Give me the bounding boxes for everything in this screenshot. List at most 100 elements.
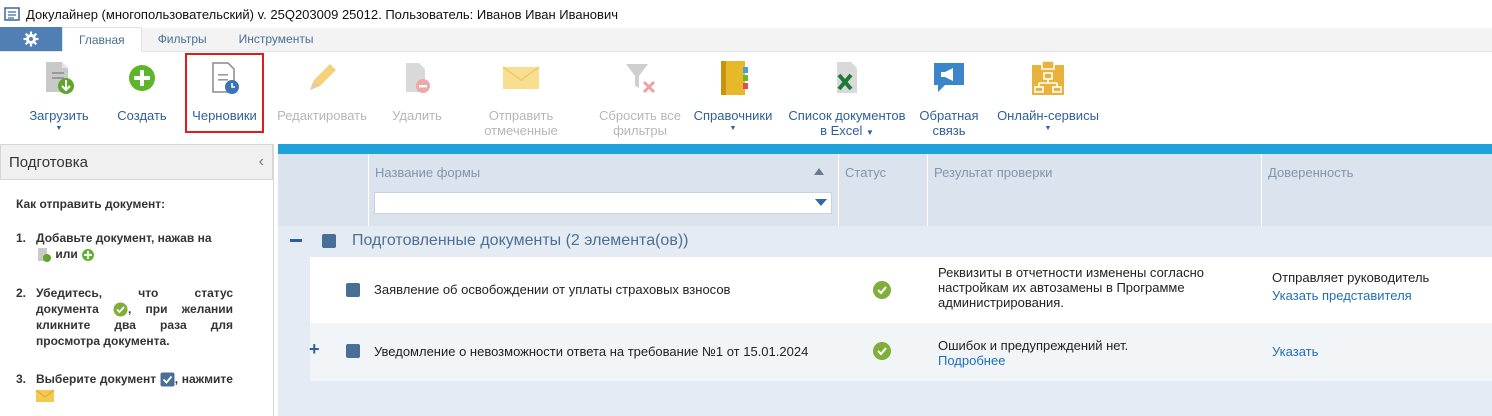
grid-header: Название формы Статус Результат проверки… bbox=[278, 154, 1492, 226]
chevron-down-icon: ▼ bbox=[866, 128, 874, 137]
specify-link[interactable]: Указать bbox=[1272, 343, 1318, 361]
panel-intro: Как отправить документ: bbox=[16, 197, 166, 211]
column-status[interactable]: Статус bbox=[838, 154, 928, 226]
row-check-result: Реквизиты в отчетности изменены согласно… bbox=[938, 265, 1238, 310]
collapse-group-icon[interactable] bbox=[290, 239, 302, 242]
ribbon-toolbar: Загрузить ▼ Создать Черновики Редактиров… bbox=[0, 52, 1492, 144]
feedback-label-line2: связь bbox=[932, 123, 966, 138]
drafts-label: Черновики bbox=[192, 108, 257, 123]
book-icon bbox=[721, 61, 748, 95]
row-check-result-text: Ошибок и предупреждений нет. bbox=[938, 338, 1129, 353]
step-1-or: или bbox=[55, 247, 78, 261]
column-check-result-label: Результат проверки bbox=[934, 165, 1053, 180]
column-trust-label: Доверенность bbox=[1268, 165, 1354, 180]
row-checkbox[interactable] bbox=[346, 283, 360, 297]
row-form-name: Уведомление о невозможности ответа на тр… bbox=[374, 344, 809, 359]
plus-circle-icon bbox=[129, 65, 155, 91]
create-label: Создать bbox=[117, 108, 167, 123]
sort-ascending-icon[interactable] bbox=[814, 168, 824, 175]
group-row[interactable]: Подготовленные документы (2 элемента(ов)… bbox=[278, 226, 1492, 256]
app-icon bbox=[4, 7, 20, 21]
row-check-result-text: Реквизиты в отчетности изменены согласно… bbox=[938, 265, 1204, 310]
group-label: Подготовленные документы (2 элемента(ов)… bbox=[352, 232, 689, 249]
chevron-down-icon: ▼ bbox=[1044, 125, 1052, 132]
load-document-icon bbox=[46, 62, 74, 94]
chevron-down-icon[interactable] bbox=[815, 199, 827, 206]
step-1-text: Добавьте документ, нажав на bbox=[36, 231, 212, 245]
online-services-button[interactable]: Онлайн-сервисы ▼ bbox=[990, 58, 1106, 144]
drafts-button[interactable]: Черновики bbox=[185, 53, 264, 133]
column-status-label: Статус bbox=[845, 165, 887, 180]
excel-icon bbox=[837, 62, 857, 93]
title-bar: Докулайнер (многопользовательский) v. 25… bbox=[0, 0, 1492, 28]
delete-label: Удалить bbox=[392, 108, 442, 123]
row-trust: Указать bbox=[1272, 343, 1318, 361]
excel-label-line2: в Excel bbox=[820, 123, 863, 138]
column-form-name-label: Название формы bbox=[375, 165, 481, 180]
plus-circle-icon bbox=[82, 248, 95, 261]
documents-grid: Название формы Статус Результат проверки… bbox=[278, 154, 1492, 416]
load-label: Загрузить bbox=[29, 108, 89, 123]
directories-button[interactable]: Справочники ▼ bbox=[690, 58, 776, 144]
tab-main[interactable]: Главная bbox=[62, 27, 142, 52]
preparation-panel: Подготовка ‹ Как отправить документ: 1. … bbox=[0, 144, 274, 416]
step-number: 2. bbox=[16, 285, 27, 300]
form-name-filter-input[interactable] bbox=[374, 192, 832, 214]
panel-header: Подготовка ‹ bbox=[0, 144, 273, 180]
table-row[interactable]: Заявление об освобождении от уплаты стра… bbox=[310, 257, 1492, 323]
delete-document-icon bbox=[406, 63, 430, 93]
directories-label: Справочники bbox=[693, 108, 773, 123]
app-menu-button[interactable] bbox=[0, 27, 62, 51]
create-button[interactable]: Создать bbox=[108, 58, 176, 144]
collapse-chevron-icon[interactable]: ‹ bbox=[259, 153, 264, 171]
load-button[interactable]: Загрузить ▼ bbox=[24, 58, 94, 144]
load-document-icon bbox=[38, 247, 51, 262]
edit-button[interactable]: Редактировать bbox=[274, 58, 370, 144]
column-check-result[interactable]: Результат проверки bbox=[927, 154, 1261, 226]
send-label-line1: Отправить bbox=[488, 108, 554, 123]
envelope-icon bbox=[36, 390, 54, 403]
details-link[interactable]: Подробнее bbox=[938, 353, 1238, 368]
table-row[interactable]: + Уведомление о невозможности ответа на … bbox=[309, 323, 1492, 381]
status-ok-icon bbox=[873, 281, 891, 299]
envelope-icon bbox=[502, 66, 540, 89]
excel-label-line1: Список документов bbox=[788, 108, 906, 123]
window-title: Докулайнер (многопользовательский) v. 25… bbox=[26, 6, 618, 22]
group-checkbox[interactable] bbox=[322, 234, 336, 248]
reset-filters-button[interactable]: Сбросить все фильтры bbox=[592, 58, 688, 144]
filter-clear-icon bbox=[626, 64, 656, 94]
step-2: 2. Убедитесь, что статус документа , при… bbox=[16, 285, 259, 349]
chevron-down-icon: ▼ bbox=[729, 125, 737, 132]
tab-tools[interactable]: Инструменты bbox=[223, 27, 330, 51]
check-circle-icon bbox=[113, 302, 128, 317]
reset-label-line2: фильтры bbox=[613, 123, 667, 138]
step-3-text-a: Выберите документ bbox=[36, 372, 157, 387]
send-marked-button[interactable]: Отправить отмеченные bbox=[476, 58, 566, 144]
expand-row-icon[interactable]: + bbox=[309, 339, 320, 360]
step-3: 3. Выберите документ , нажмите bbox=[16, 371, 259, 403]
chevron-down-icon: ▼ bbox=[55, 125, 63, 132]
row-trust-text: Отправляет руководитель bbox=[1272, 270, 1430, 285]
column-trust[interactable]: Доверенность bbox=[1261, 154, 1492, 226]
column-form-name[interactable]: Название формы bbox=[368, 154, 838, 226]
ribbon-tabs: Главная Фильтры Инструменты bbox=[0, 27, 1492, 52]
panel-title: Подготовка bbox=[9, 153, 88, 171]
row-trust: Отправляет руководитель Указать представ… bbox=[1272, 269, 1429, 305]
feedback-button[interactable]: Обратная связь bbox=[912, 58, 986, 144]
megaphone-icon bbox=[934, 63, 964, 92]
delete-button[interactable]: Удалить bbox=[384, 58, 450, 144]
specify-representative-link[interactable]: Указать представителя bbox=[1272, 287, 1429, 305]
row-checkbox[interactable] bbox=[346, 344, 360, 358]
send-label-line2: отмеченные bbox=[484, 123, 558, 138]
step-1: 1. Добавьте документ, нажав на или bbox=[16, 230, 259, 263]
checkbox-checked-icon bbox=[160, 372, 175, 387]
row-check-result: Ошибок и предупреждений нет. Подробнее bbox=[938, 338, 1238, 368]
status-ok-icon bbox=[873, 342, 891, 360]
row-form-name: Заявление об освобождении от уплаты стра… bbox=[374, 282, 731, 297]
draft-clock-icon bbox=[211, 62, 239, 94]
grid-top-bar bbox=[278, 144, 1492, 154]
tab-filters[interactable]: Фильтры bbox=[142, 27, 223, 51]
gear-icon bbox=[23, 31, 39, 47]
feedback-label-line1: Обратная bbox=[919, 108, 979, 123]
export-excel-button[interactable]: Список документов в Excel ▼ bbox=[784, 58, 910, 144]
